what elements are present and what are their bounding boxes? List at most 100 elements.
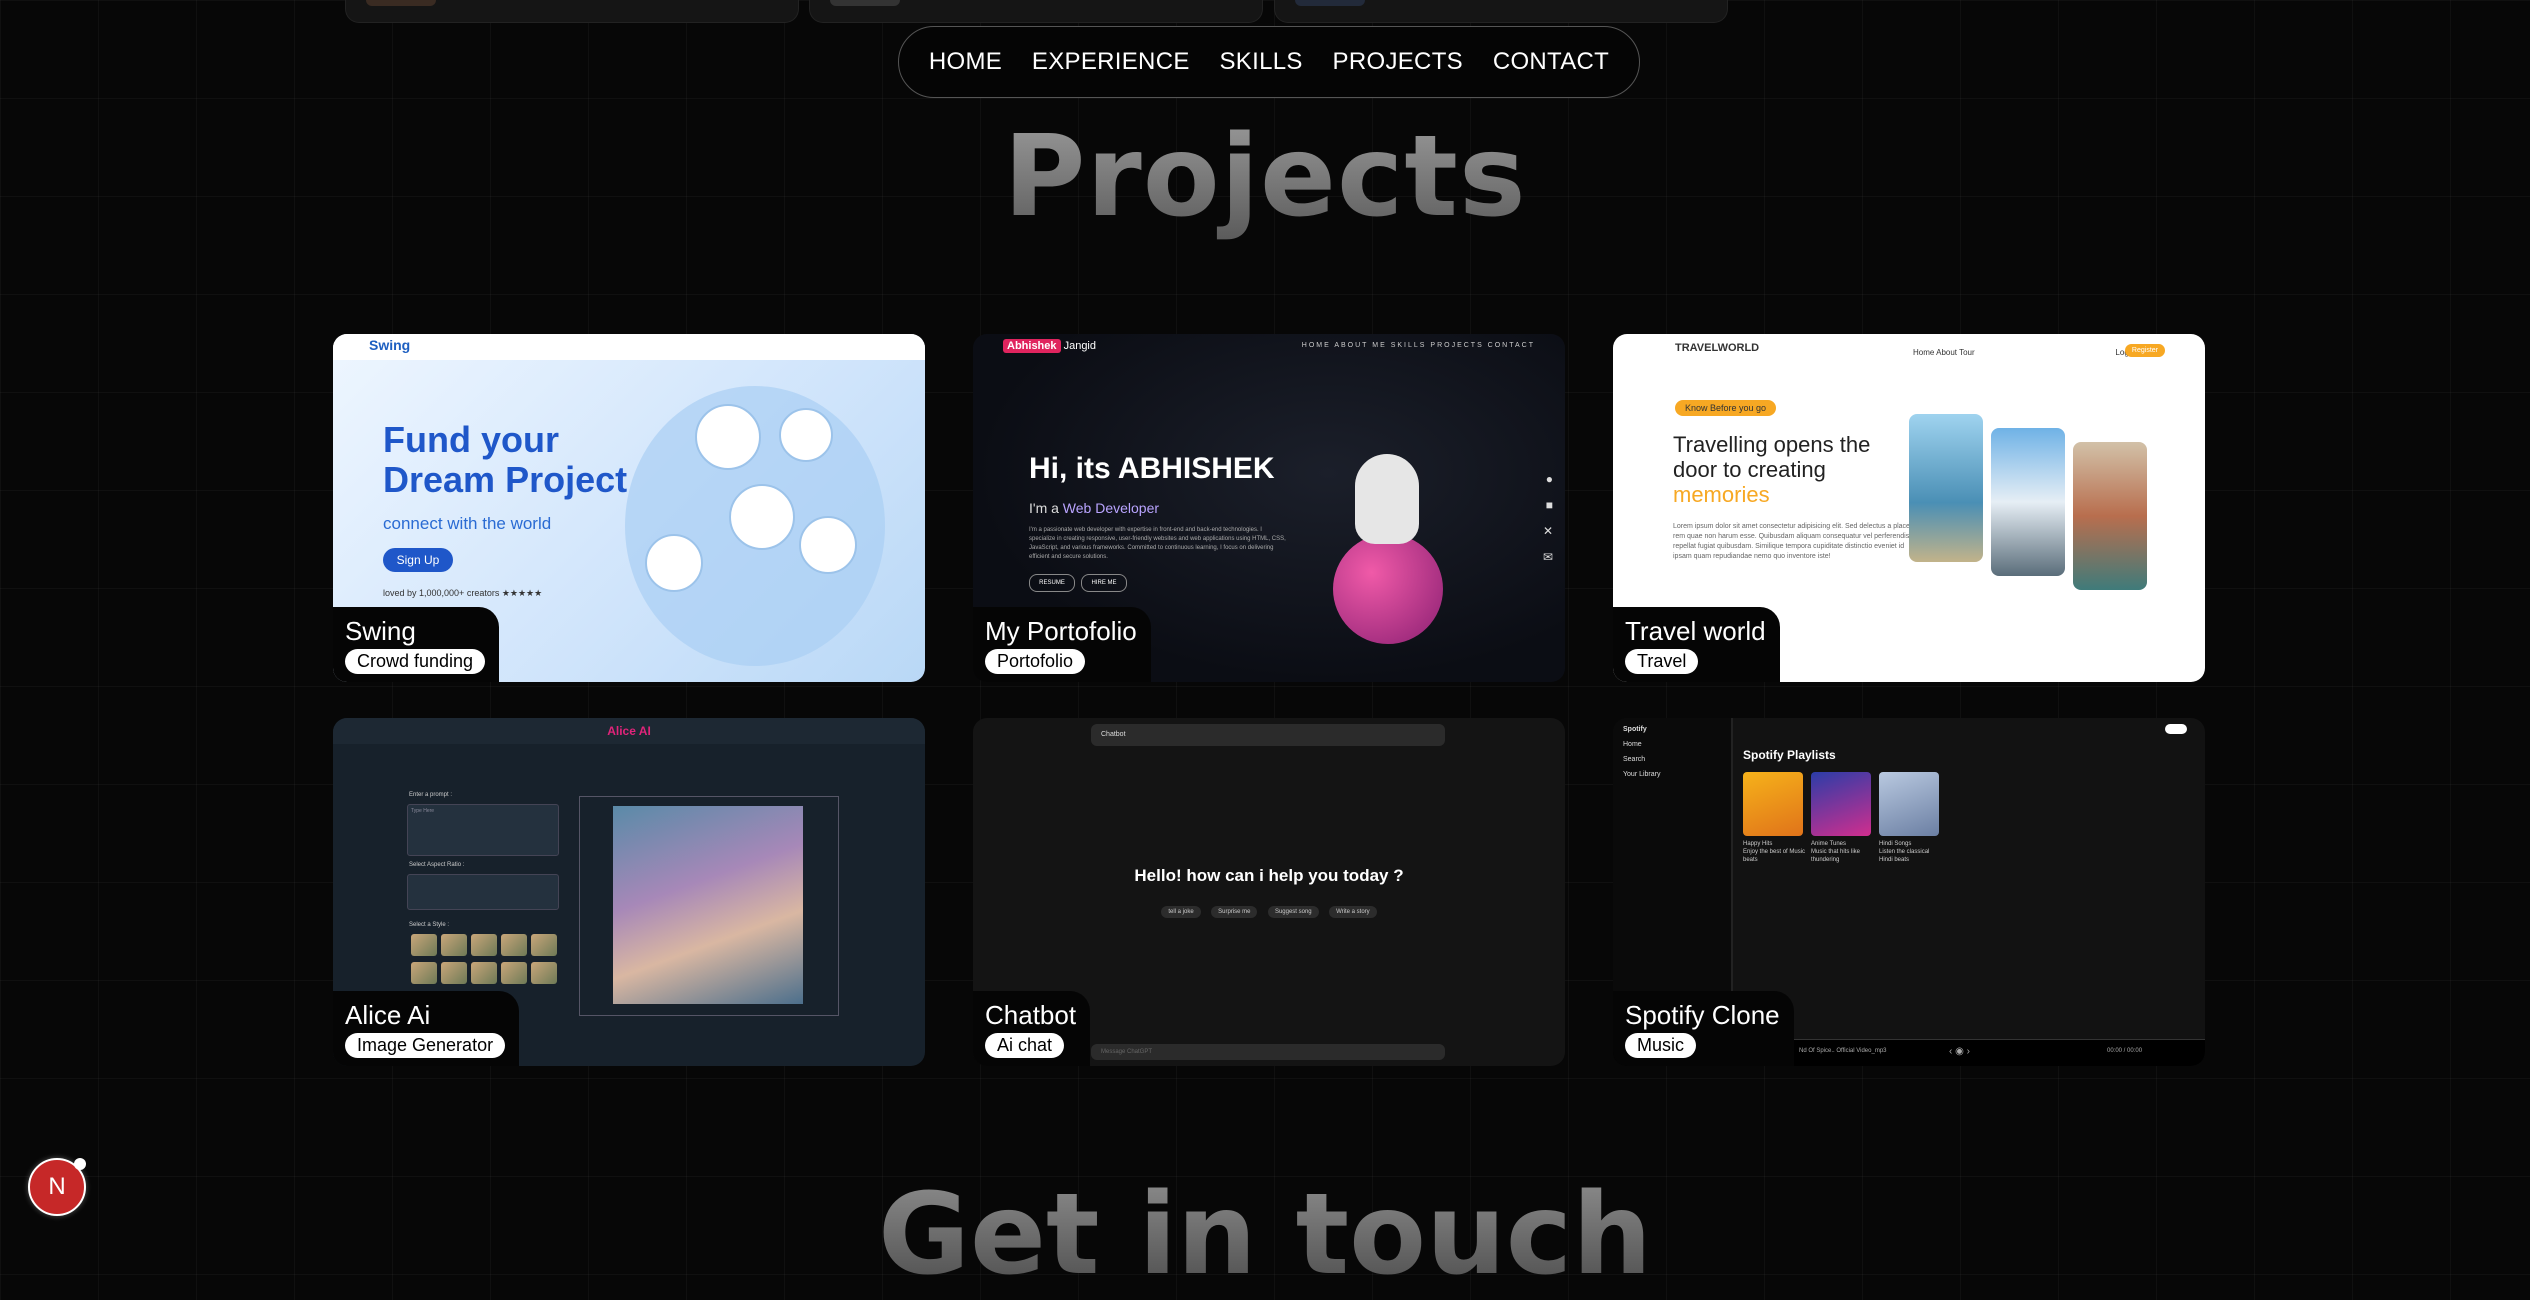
preview-signup-button: Sign Up	[383, 548, 453, 572]
photo-louvre	[1909, 414, 1983, 562]
chip: tell a joke	[1161, 906, 1201, 918]
project-tag: Crowd funding	[345, 649, 486, 674]
preview-paragraph: I'm a passionate web developer with expe…	[1029, 527, 1286, 560]
mail-icon: ✉	[1542, 550, 1553, 564]
astronaut-illustration	[1355, 454, 1419, 544]
nextjs-devtools-button[interactable]: N	[28, 1158, 86, 1216]
project-name: Alice Ai	[345, 1000, 431, 1030]
project-card-portfolio[interactable]: Abhishek Jangid HOME ABOUT ME SKILLS PRO…	[973, 334, 1565, 682]
preview-topbar	[333, 334, 925, 360]
preview-login-pill	[2165, 724, 2187, 734]
playlist-desc: Enjoy the best of Music beats	[1743, 849, 1806, 863]
project-card-spotify[interactable]: Spotify Home Search Your Library Spotify…	[1613, 718, 2205, 1066]
project-label: Travel world Travel	[1613, 607, 1780, 682]
avatar	[729, 484, 795, 550]
style-thumb	[441, 934, 467, 956]
playlist-name: Hindi Songs	[1879, 841, 1912, 847]
now-playing: Nd Of Spice.. Official Video_mp3	[1799, 1048, 1887, 1054]
github-icon: ●	[1545, 472, 1553, 486]
playlist-name: Anime Tunes	[1811, 841, 1847, 847]
preview-headline-3: memories	[1673, 482, 1770, 507]
preview-brand-last: Jangid	[1063, 340, 1096, 352]
project-label: Spotify Clone Music	[1613, 991, 1794, 1066]
preview-resume-button: RESUME	[1029, 574, 1075, 592]
preview-brand: Spotify	[1623, 726, 1647, 733]
preview-role-title: Web Developer	[1062, 500, 1160, 516]
style-thumb	[471, 962, 497, 984]
avatar	[779, 408, 833, 462]
fab-letter: N	[48, 1173, 66, 1200]
preview-sidebar: Spotify Home Search Your Library	[1613, 718, 1733, 1038]
preview-paragraph: Lorem ipsum dolor sit amet consectetur a…	[1673, 523, 1918, 560]
playlist-tile	[1879, 772, 1939, 836]
ratio-options	[407, 874, 559, 910]
preview-register: Register	[2124, 344, 2165, 357]
project-card-alice[interactable]: Alice AI Enter a prompt : Type Here Sele…	[333, 718, 925, 1066]
nav-home[interactable]: HOME	[929, 48, 1002, 76]
style-thumb	[531, 934, 557, 956]
chip: Write a story	[1329, 906, 1377, 918]
chat-input: Message ChatGPT	[1091, 1044, 1445, 1060]
photo-mountain	[1991, 428, 2065, 576]
project-tag: Ai chat	[985, 1033, 1065, 1058]
style-thumb	[441, 962, 467, 984]
project-name: Travel world	[1625, 616, 1766, 646]
style-thumb	[501, 934, 527, 956]
preview-role-prefix: I'm a	[1029, 500, 1059, 516]
generated-portrait	[613, 806, 803, 1004]
prompt-placeholder: Type Here	[411, 808, 435, 814]
preview-headline: Travelling opens the door to creating me…	[1673, 432, 1870, 507]
section-title: Projects	[0, 112, 2530, 242]
suggestion-chips: tell a joke Surprise me Suggest song Wri…	[973, 900, 1565, 918]
nav-skills[interactable]: SKILLS	[1220, 48, 1303, 76]
sidebar-search: Search	[1623, 756, 1646, 763]
playlist-caption: Anime Tunes Music that hits like thunder…	[1811, 840, 1875, 864]
sidebar-library: Your Library	[1623, 771, 1661, 778]
notification-dot	[74, 1158, 86, 1170]
nav-projects[interactable]: PROJECTS	[1333, 48, 1463, 76]
avatar	[645, 534, 703, 592]
preview-brand-first: Abhishek	[1003, 339, 1061, 353]
linkedin-icon: ■	[1545, 498, 1553, 512]
prompt-input: Type Here	[407, 804, 559, 856]
nav-experience[interactable]: EXPERIENCE	[1032, 48, 1190, 76]
preview-hire-button: HIRE ME	[1081, 574, 1127, 592]
avatar	[799, 516, 857, 574]
chip: Suggest song	[1267, 906, 1319, 918]
style-thumb	[501, 962, 527, 984]
playlist-tile	[1811, 772, 1871, 836]
previous-card-stub-3	[1274, 0, 1728, 23]
project-card-swing[interactable]: Swing Fund your Dream Project connect wi…	[333, 334, 925, 682]
player-controls: ‹ ◉ ›	[1949, 1046, 1970, 1057]
previous-card-stub-1	[345, 0, 799, 23]
avatar	[695, 404, 761, 470]
preview-badge: Know Before you go	[1675, 400, 1777, 416]
preview-brand: Alice AI	[607, 724, 651, 738]
playlist-caption: Hindi Songs Listen the classical Hindi b…	[1879, 840, 1943, 864]
preview-links: Home About Tour	[1913, 348, 1975, 357]
project-name: Swing	[345, 616, 416, 646]
project-card-chatbot[interactable]: Chatbot Hello! how can i help you today …	[973, 718, 1565, 1066]
chip: Surprise me	[1211, 906, 1258, 918]
photo-venice	[2073, 442, 2147, 590]
project-label: Chatbot Ai chat	[973, 991, 1091, 1066]
project-card-travel[interactable]: TRAVELWORLD Home About Tour Login Regist…	[1613, 334, 2205, 682]
playlist-caption: Happy Hits Enjoy the best of Music beats	[1743, 840, 1807, 864]
preview-headline-2: door to creating	[1673, 457, 1826, 482]
playlist-tile	[1743, 772, 1803, 836]
preview-role: I'm a Web Developer	[1029, 500, 1159, 516]
previous-card-stub-2	[809, 0, 1263, 23]
project-tag: Music	[1625, 1033, 1697, 1058]
main-nav: HOME EXPERIENCE SKILLS PROJECTS CONTACT	[898, 26, 1640, 98]
nav-contact[interactable]: CONTACT	[1493, 48, 1609, 76]
project-label: Swing Crowd funding	[333, 607, 500, 682]
project-label: Alice Ai Image Generator	[333, 991, 520, 1066]
preview-hi: Hi, its ABHISHEK	[1029, 452, 1275, 485]
project-name: Spotify Clone	[1625, 1000, 1780, 1030]
preview-headline: Fund your Dream Project	[383, 419, 628, 500]
model-selector: Chatbot	[1091, 724, 1445, 746]
track-time: 00:00 / 00:00	[2107, 1048, 2143, 1054]
chat-greeting: Hello! how can i help you today ?	[1134, 866, 1404, 885]
style-label: Select a Style :	[409, 922, 450, 928]
preview-logo: TRAVELWORLD	[1675, 342, 1760, 354]
